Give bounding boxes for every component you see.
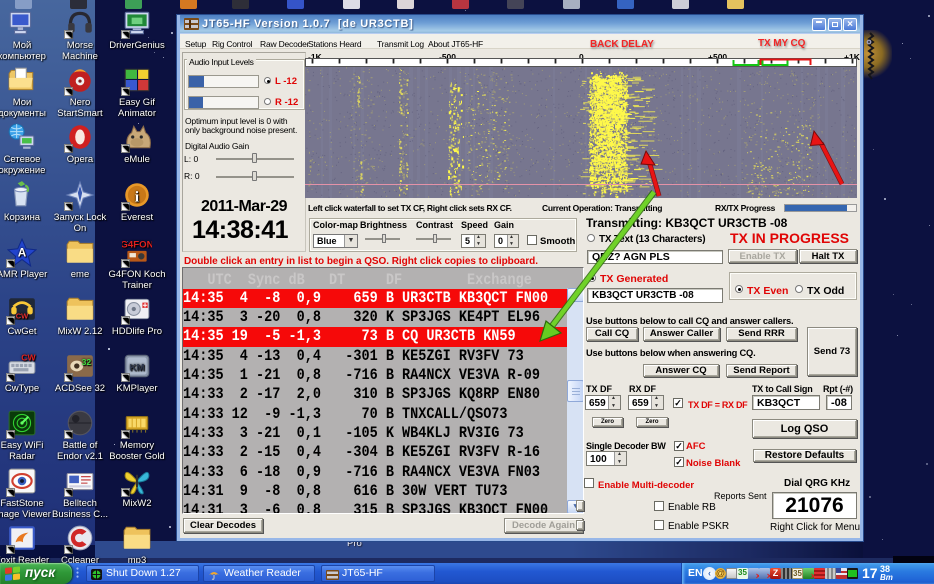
svg-text:i: i xyxy=(135,189,139,205)
svg-text:A: A xyxy=(18,246,27,259)
svg-text:KM: KM xyxy=(130,362,145,373)
svg-text:CW: CW xyxy=(16,312,29,321)
svg-text:G4FON: G4FON xyxy=(122,240,152,251)
svg-text:32: 32 xyxy=(82,357,92,367)
svg-text:CW: CW xyxy=(21,353,36,363)
